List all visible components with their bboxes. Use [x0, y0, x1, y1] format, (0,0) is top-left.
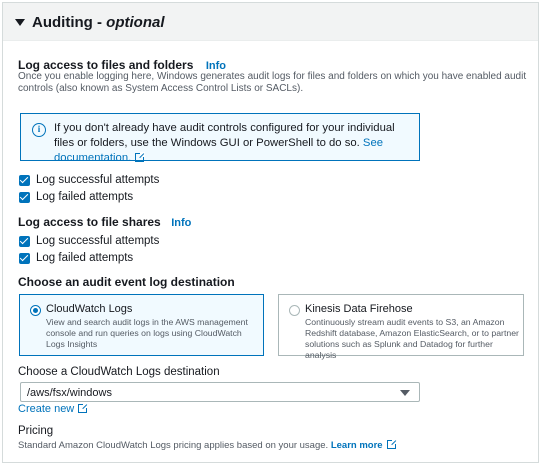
destination-label: Choose an audit event log destination	[18, 275, 235, 289]
title-text: Auditing	[32, 14, 93, 31]
panel-header[interactable]: Auditing - optional	[3, 3, 538, 41]
kinesis-radio[interactable]	[289, 305, 300, 316]
panel-title[interactable]: Auditing - optional	[32, 14, 165, 31]
file-shares-heading: Log access to file shares Info	[18, 213, 191, 231]
cloudwatch-title: CloudWatch Logs	[46, 303, 133, 315]
files-log-failed-label: Log failed attempts	[36, 191, 134, 203]
files-log-failed-checkbox[interactable]	[19, 192, 30, 203]
shares-log-successful-label: Log successful attempts	[36, 235, 160, 247]
alert-text: If you don't already have audit controls…	[54, 121, 414, 166]
files-folders-label: Log access to files and folders	[18, 58, 194, 72]
pricing-text: Standard Amazon CloudWatch Logs pricing …	[18, 440, 329, 451]
kinesis-title: Kinesis Data Firehose	[305, 303, 413, 315]
shares-log-successful-checkbox[interactable]	[19, 236, 30, 247]
cloudwatch-radio[interactable]	[30, 305, 41, 316]
file-shares-info-link[interactable]: Info	[171, 217, 191, 229]
caret-down-icon[interactable]	[15, 19, 25, 26]
external-link-icon[interactable]	[135, 152, 146, 162]
auditing-panel: Auditing - optional Log access to files …	[2, 2, 539, 463]
file-shares-label: Log access to file shares	[18, 215, 161, 229]
cloudwatch-destination-select[interactable]: /aws/fsx/windows	[20, 382, 420, 402]
cloudwatch-description: View and search audit logs in the AWS ma…	[46, 317, 248, 349]
files-log-successful-checkbox[interactable]	[19, 175, 30, 186]
pricing-row: Standard Amazon CloudWatch Logs pricing …	[18, 439, 397, 451]
info-alert: i If you don't already have audit contro…	[20, 113, 420, 164]
pricing-label: Pricing	[18, 425, 54, 437]
external-link-icon[interactable]	[78, 403, 89, 413]
external-link-icon[interactable]	[386, 439, 397, 449]
cloudwatch-logs-option[interactable]: CloudWatch Logs View and search audit lo…	[19, 294, 264, 356]
select-value: /aws/fsx/windows	[27, 387, 112, 399]
alert-message: If you don't already have audit controls…	[54, 122, 395, 149]
files-folders-description: Once you enable logging here, Windows ge…	[18, 71, 527, 94]
create-new-row: Create new	[18, 403, 89, 415]
cloudwatch-destination-label: Choose a CloudWatch Logs destination	[18, 366, 220, 378]
shares-log-failed-label: Log failed attempts	[36, 252, 134, 264]
title-separator: -	[92, 14, 107, 31]
create-new-link[interactable]: Create new	[18, 403, 74, 415]
info-circle-icon: i	[32, 123, 46, 137]
kinesis-description: Continuously stream audit events to S3, …	[305, 317, 519, 360]
learn-more-link[interactable]: Learn more	[331, 440, 383, 451]
dropdown-arrow-icon[interactable]	[400, 390, 410, 396]
kinesis-firehose-option[interactable]: Kinesis Data Firehose Continuously strea…	[278, 294, 524, 360]
files-log-successful-label: Log successful attempts	[36, 174, 160, 186]
title-optional: optional	[106, 14, 165, 31]
shares-log-failed-checkbox[interactable]	[19, 253, 30, 264]
